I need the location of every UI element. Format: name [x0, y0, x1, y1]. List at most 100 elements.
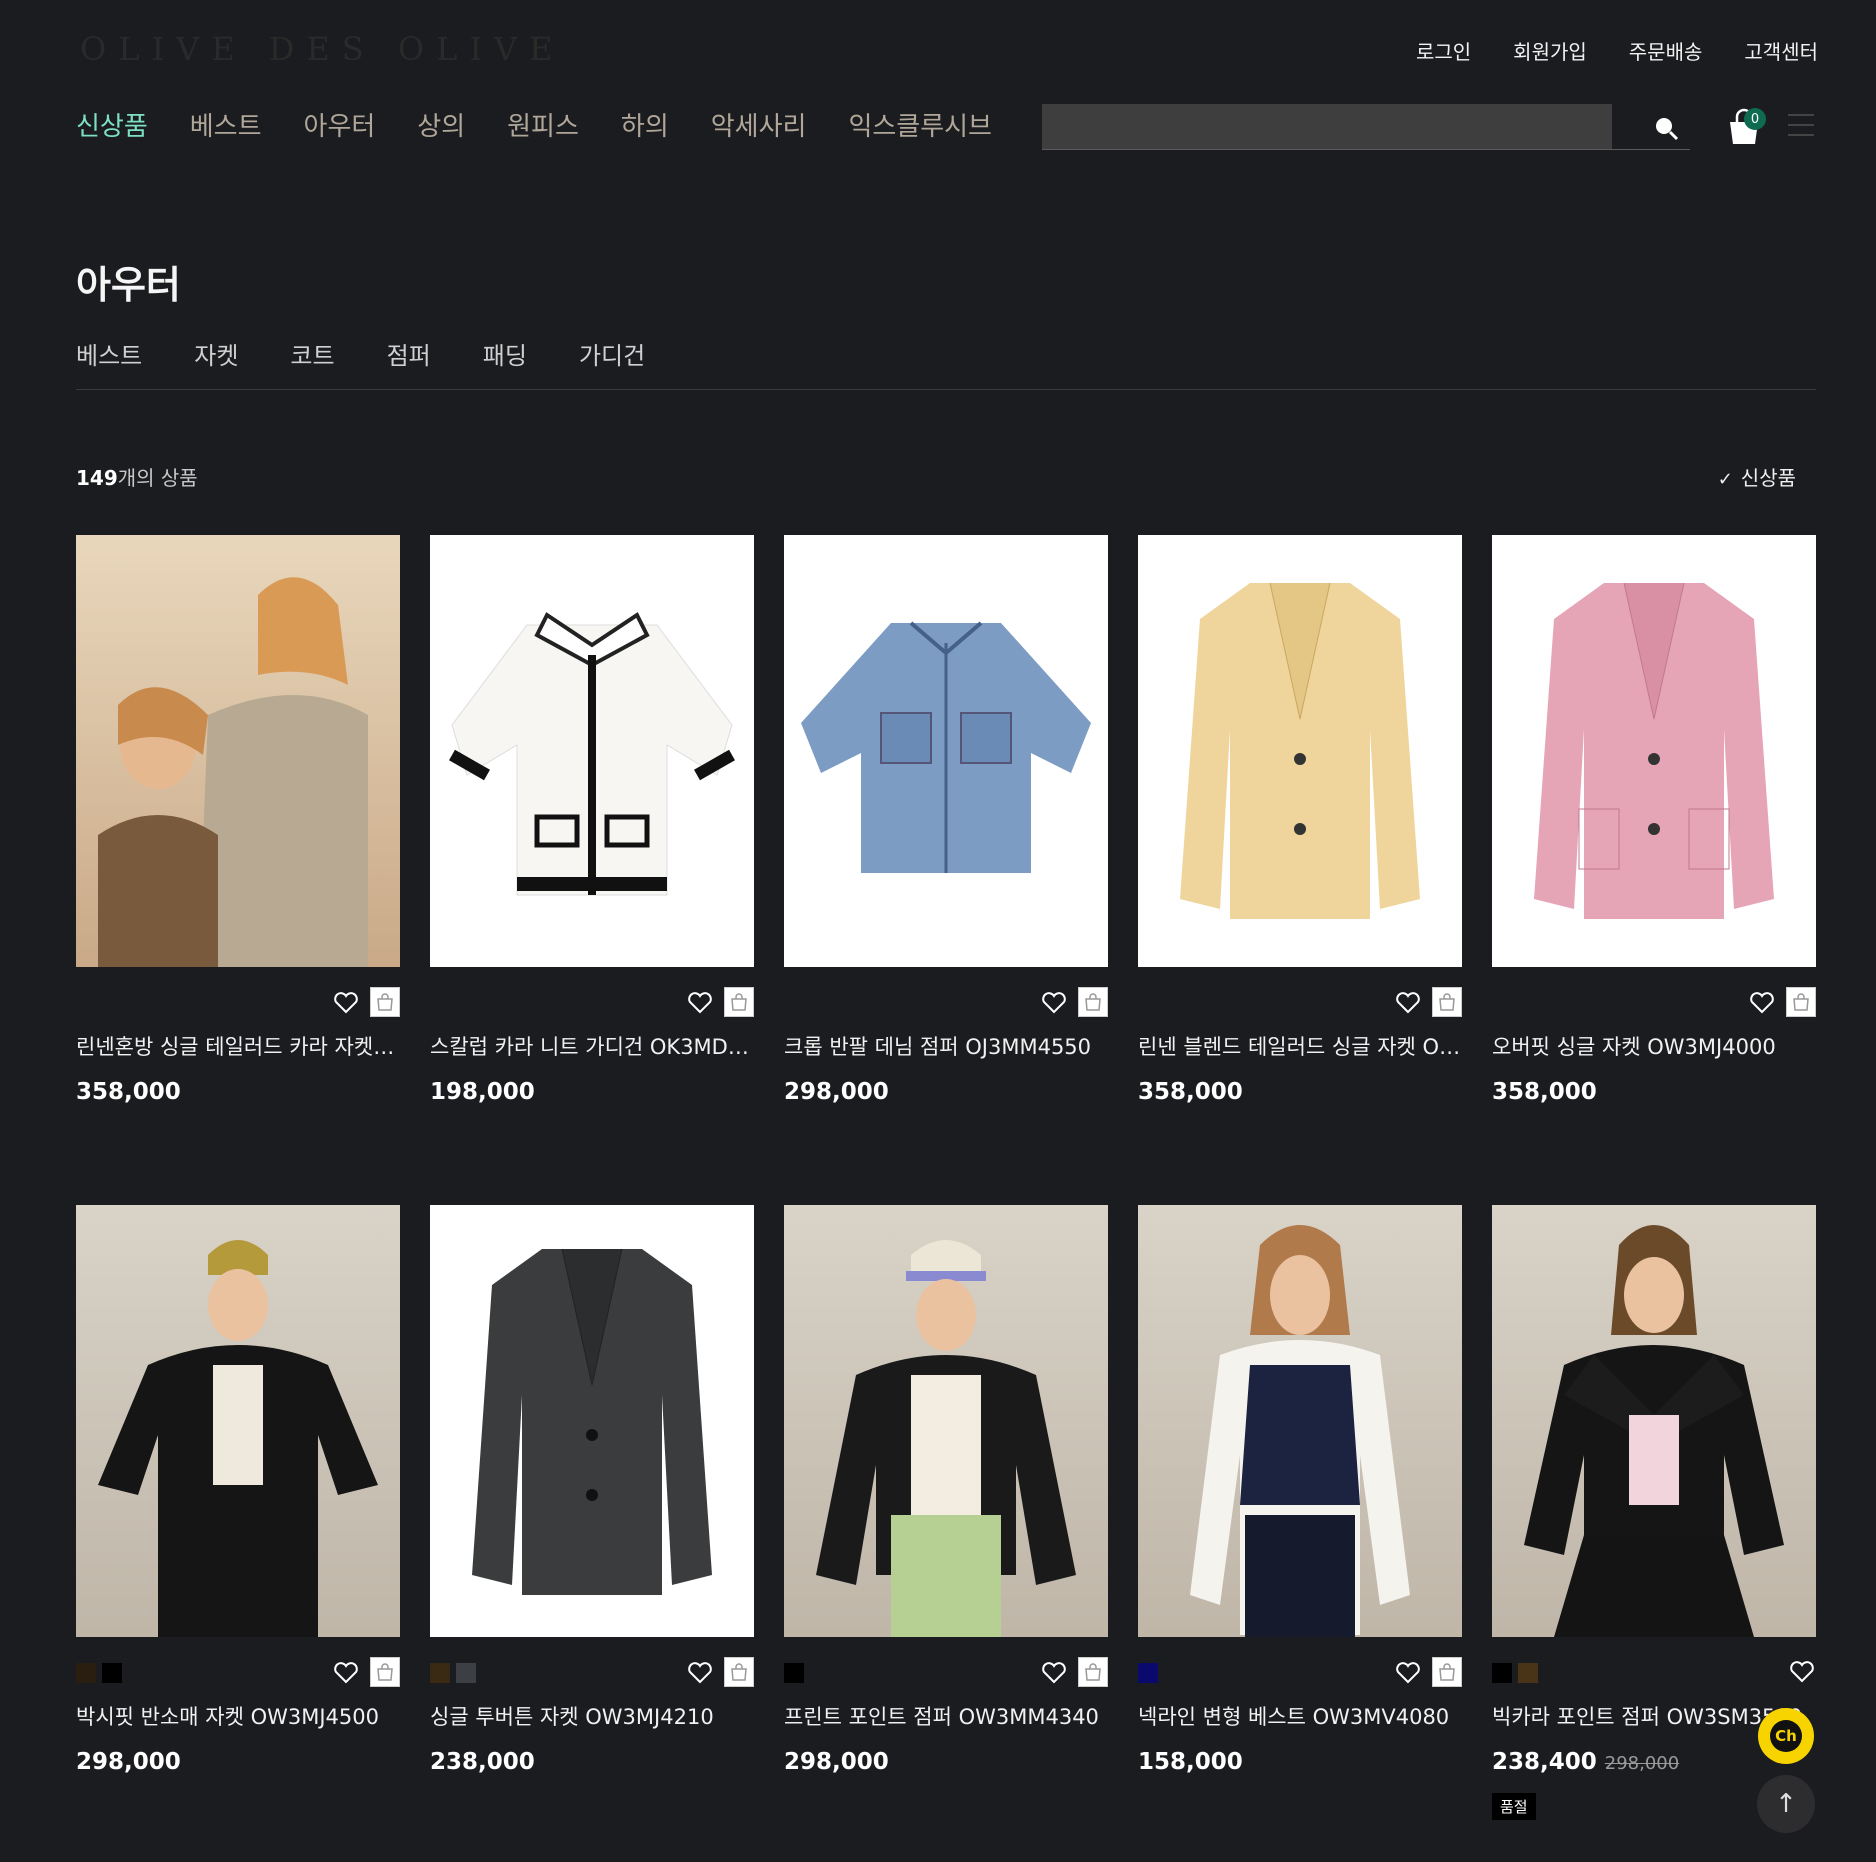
- product-card[interactable]: 크롭 반팔 데님 점퍼 OJ3MM4550 298,000: [784, 535, 1108, 1105]
- sort-dropdown[interactable]: ✓ 신상품: [1718, 462, 1796, 491]
- color-swatches: [76, 1663, 122, 1683]
- heart-icon[interactable]: [1788, 1657, 1816, 1685]
- brand-logo[interactable]: OLIVE DES OLIVE: [80, 30, 564, 68]
- product-name[interactable]: 린넨 블렌드 테일러드 싱글 자켓 OW3MJ4300: [1138, 1031, 1462, 1061]
- heart-icon[interactable]: [686, 1658, 714, 1686]
- bag-icon: [731, 1663, 747, 1681]
- product-image[interactable]: [1492, 1205, 1816, 1637]
- search-input[interactable]: [1042, 104, 1612, 149]
- product-name[interactable]: 넥라인 변형 베스트 OW3MV4080: [1138, 1701, 1462, 1731]
- add-to-cart-button[interactable]: [1432, 1657, 1462, 1687]
- product-image[interactable]: [1138, 535, 1462, 967]
- product-image[interactable]: [784, 1205, 1108, 1637]
- heart-icon[interactable]: [686, 988, 714, 1016]
- scroll-top-button[interactable]: ↑: [1757, 1775, 1815, 1833]
- sale-price: 198,000: [430, 1079, 535, 1105]
- bag-icon: [1439, 993, 1455, 1011]
- product-actions: [784, 987, 1108, 1023]
- subcategory-jumper[interactable]: 점퍼: [387, 336, 431, 389]
- add-to-cart-button[interactable]: [370, 1657, 400, 1687]
- add-to-cart-button[interactable]: [1786, 987, 1816, 1017]
- product-icons: [1788, 1657, 1816, 1685]
- nav-item-best[interactable]: 베스트: [190, 106, 262, 143]
- bag-icon: [377, 993, 393, 1011]
- add-to-cart-button[interactable]: [370, 987, 400, 1017]
- heart-icon[interactable]: [1394, 988, 1422, 1016]
- product-name[interactable]: 박시핏 반소매 자켓 OW3MJ4500: [76, 1701, 400, 1731]
- color-swatch[interactable]: [1518, 1663, 1538, 1683]
- signup-link[interactable]: 회원가입: [1513, 36, 1587, 65]
- product-name[interactable]: 크롭 반팔 데님 점퍼 OJ3MM4550: [784, 1031, 1108, 1061]
- product-count-number: 149: [76, 466, 118, 490]
- color-swatch[interactable]: [456, 1663, 476, 1683]
- product-card[interactable]: 오버핏 싱글 자켓 OW3MJ4000 358,000: [1492, 535, 1816, 1105]
- nav-item-new[interactable]: 신상품: [76, 106, 148, 143]
- product-card[interactable]: 박시핏 반소매 자켓 OW3MJ4500 298,000: [76, 1205, 400, 1820]
- color-swatch[interactable]: [1492, 1663, 1512, 1683]
- color-swatch[interactable]: [430, 1663, 450, 1683]
- product-image[interactable]: [430, 535, 754, 967]
- product-name[interactable]: 싱글 투버튼 자켓 OW3MJ4210: [430, 1701, 754, 1731]
- product-name[interactable]: 오버핏 싱글 자켓 OW3MJ4000: [1492, 1031, 1816, 1061]
- product-card[interactable]: 싱글 투버튼 자켓 OW3MJ4210 238,000: [430, 1205, 754, 1820]
- nav-item-accessory[interactable]: 악세사리: [711, 106, 807, 143]
- search-icon[interactable]: [1652, 114, 1680, 142]
- product-card[interactable]: 프린트 포인트 점퍼 OW3MM4340 298,000: [784, 1205, 1108, 1820]
- color-swatch[interactable]: [102, 1663, 122, 1683]
- product-card[interactable]: 스칼럽 카라 니트 가디건 OK3MD4100 198,000: [430, 535, 754, 1105]
- add-to-cart-button[interactable]: [1078, 987, 1108, 1017]
- product-name[interactable]: 린넨혼방 싱글 테일러드 카라 자켓 OW3MJ4400: [76, 1031, 400, 1061]
- order-tracking-link[interactable]: 주문배송: [1629, 36, 1703, 65]
- product-card[interactable]: 넥라인 변형 베스트 OW3MV4080 158,000: [1138, 1205, 1462, 1820]
- menu-icon[interactable]: [1788, 114, 1814, 138]
- heart-icon[interactable]: [332, 1658, 360, 1686]
- product-image[interactable]: [76, 535, 400, 967]
- color-swatches: [1138, 1663, 1158, 1683]
- heart-icon[interactable]: [1040, 1658, 1068, 1686]
- subcategory-best[interactable]: 베스트: [76, 336, 142, 389]
- product-card[interactable]: 린넨 블렌드 테일러드 싱글 자켓 OW3MJ4300 358,000: [1138, 535, 1462, 1105]
- heart-icon[interactable]: [332, 988, 360, 1016]
- color-swatch[interactable]: [784, 1663, 804, 1683]
- add-to-cart-button[interactable]: [724, 1657, 754, 1687]
- product-image[interactable]: [1492, 535, 1816, 967]
- heart-icon[interactable]: [1394, 1658, 1422, 1686]
- nav-item-outer[interactable]: 아우터: [304, 106, 376, 143]
- heart-icon[interactable]: [1748, 988, 1776, 1016]
- nav-item-bottom[interactable]: 하의: [621, 106, 669, 143]
- nav-item-top[interactable]: 상의: [417, 106, 465, 143]
- customer-center-link[interactable]: 고객센터: [1744, 36, 1818, 65]
- subcategory-cardigan[interactable]: 가디건: [579, 336, 645, 389]
- product-icons: [332, 987, 400, 1017]
- utility-nav: 로그인 회원가입 주문배송 고객센터: [1416, 36, 1818, 65]
- product-price: 298,000: [76, 1749, 400, 1775]
- color-swatch[interactable]: [76, 1663, 96, 1683]
- add-to-cart-button[interactable]: [1432, 987, 1462, 1017]
- product-icons: [1394, 987, 1462, 1017]
- arrow-up-icon: ↑: [1775, 1789, 1797, 1819]
- product-image[interactable]: [1138, 1205, 1462, 1637]
- nav-item-dress[interactable]: 원피스: [507, 106, 579, 143]
- product-name[interactable]: 스칼럽 카라 니트 가디건 OK3MD4100: [430, 1031, 754, 1061]
- sort-label: 신상품: [1740, 466, 1796, 490]
- sale-price: 238,400: [1492, 1749, 1597, 1775]
- sale-price: 298,000: [784, 1079, 889, 1105]
- bag-icon: [731, 993, 747, 1011]
- product-image[interactable]: [76, 1205, 400, 1637]
- color-swatch[interactable]: [1138, 1663, 1158, 1683]
- nav-item-exclusive[interactable]: 익스클루시브: [848, 106, 992, 143]
- heart-icon[interactable]: [1040, 988, 1068, 1016]
- add-to-cart-button[interactable]: [1078, 1657, 1108, 1687]
- subcategory-padding[interactable]: 패딩: [483, 336, 527, 389]
- add-to-cart-button[interactable]: [724, 987, 754, 1017]
- chat-button[interactable]: Ch: [1758, 1708, 1814, 1764]
- subcategory-jacket[interactable]: 자켓: [194, 336, 238, 389]
- product-card[interactable]: 린넨혼방 싱글 테일러드 카라 자켓 OW3MJ4400 358,000: [76, 535, 400, 1105]
- product-image[interactable]: [784, 535, 1108, 967]
- product-actions: [76, 987, 400, 1023]
- product-image[interactable]: [430, 1205, 754, 1637]
- product-grid: 린넨혼방 싱글 테일러드 카라 자켓 OW3MJ4400 358,000 스칼럽…: [76, 535, 1816, 1820]
- login-link[interactable]: 로그인: [1416, 36, 1471, 65]
- product-name[interactable]: 프린트 포인트 점퍼 OW3MM4340: [784, 1701, 1108, 1731]
- subcategory-coat[interactable]: 코트: [290, 336, 334, 389]
